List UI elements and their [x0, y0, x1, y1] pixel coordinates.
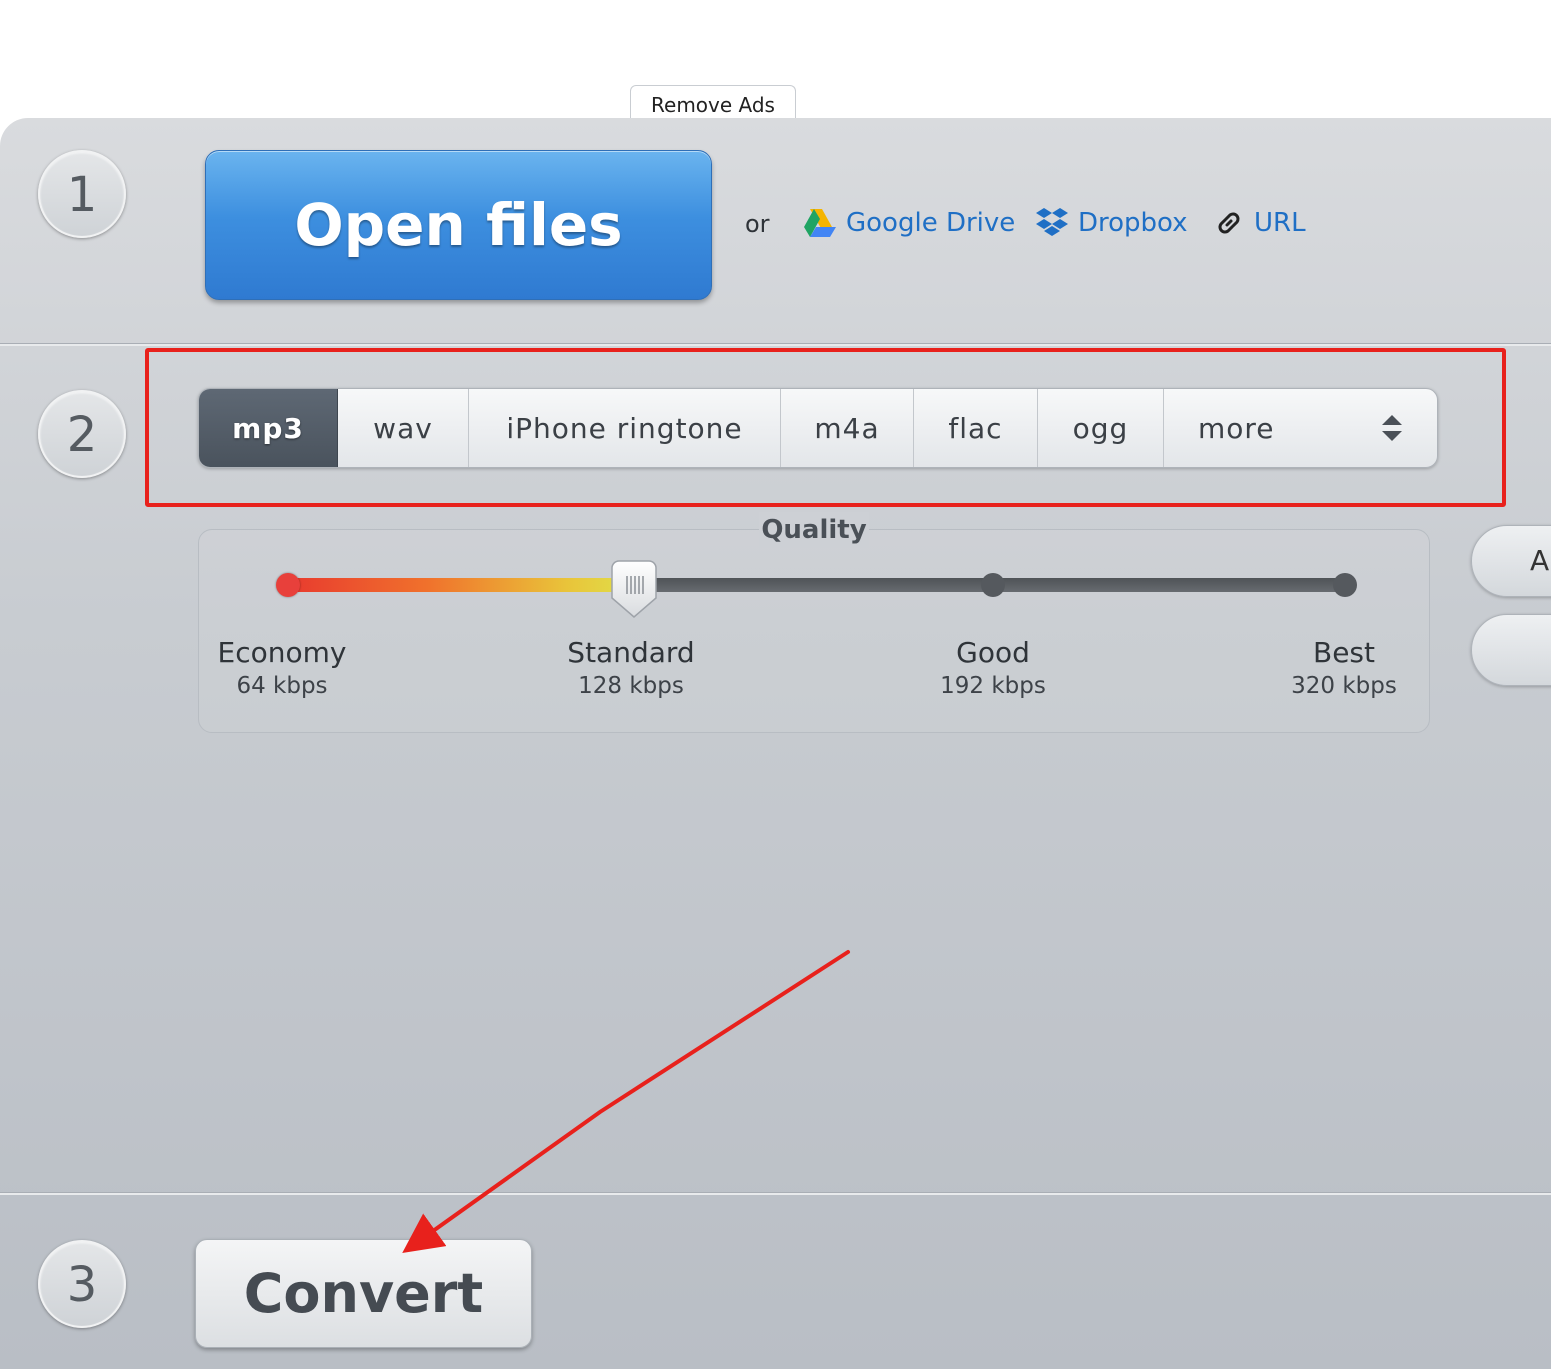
quality-slider-track[interactable]	[287, 578, 1347, 592]
quality-slider-thumb[interactable]	[611, 560, 657, 618]
format-more-select[interactable]: more	[1164, 389, 1437, 467]
convert-button[interactable]: Convert	[195, 1239, 532, 1348]
step-number-1: 1	[38, 150, 126, 238]
format-tab-iphone-ringtone[interactable]: iPhone ringtone	[469, 389, 781, 467]
advanced-settings-button[interactable]: A	[1471, 525, 1551, 597]
link-icon	[1218, 212, 1240, 234]
quality-label-good: Good 192 kbps	[940, 636, 1046, 699]
select-arrows-icon	[1382, 415, 1402, 441]
format-more-label: more	[1198, 411, 1275, 445]
remove-ads-button[interactable]: Remove Ads	[630, 85, 796, 121]
dropbox-label: Dropbox	[1078, 208, 1188, 238]
quality-label-best: Best 320 kbps	[1291, 636, 1397, 699]
url-link[interactable]: URL	[1214, 208, 1306, 238]
google-drive-link[interactable]: Google Drive	[804, 208, 1015, 238]
step-number-2: 2	[38, 390, 126, 478]
converter-panel: 1 Open files or Google Drive Dropbox URL…	[0, 118, 1551, 1369]
format-tab-flac[interactable]: flac	[914, 389, 1038, 467]
section-divider	[0, 343, 1551, 346]
or-label: or	[745, 210, 770, 238]
step-number-3: 3	[38, 1240, 126, 1328]
google-drive-icon	[804, 209, 836, 237]
quality-label-economy: Economy 64 kbps	[217, 636, 347, 699]
quality-panel: Quality Economy 64 kbps Standard 128 kbp…	[198, 512, 1430, 733]
quality-stop-best[interactable]	[1333, 573, 1357, 597]
format-tab-ogg[interactable]: ogg	[1038, 389, 1164, 467]
quality-label-standard: Standard 128 kbps	[567, 636, 695, 699]
google-drive-label: Google Drive	[846, 208, 1016, 238]
quality-stop-good[interactable]	[981, 573, 1005, 597]
quality-stop-economy[interactable]	[276, 573, 300, 597]
quality-slider-fill	[287, 578, 637, 592]
format-tab-wav[interactable]: wav	[338, 389, 469, 467]
format-tab-mp3[interactable]: mp3	[199, 389, 338, 467]
format-selector: mp3 wav iPhone ringtone m4a flac ogg mor…	[198, 388, 1438, 468]
url-label: URL	[1254, 208, 1306, 238]
open-files-button[interactable]: Open files	[205, 150, 712, 300]
format-tab-m4a[interactable]: m4a	[781, 389, 914, 467]
dropbox-icon	[1036, 208, 1068, 236]
edit-tags-button[interactable]	[1471, 614, 1551, 686]
dropbox-link[interactable]: Dropbox	[1036, 208, 1188, 238]
section-divider-bottom	[0, 1192, 1551, 1195]
quality-title: Quality	[759, 512, 869, 548]
